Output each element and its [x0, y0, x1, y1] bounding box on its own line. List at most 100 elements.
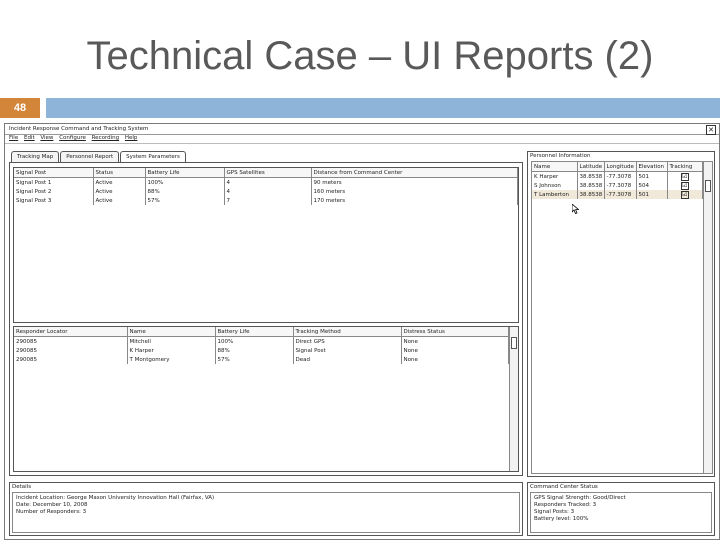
table-cell: Active [93, 187, 146, 196]
table-cell: 88% [215, 346, 294, 355]
table-cell: ☑ [667, 181, 703, 190]
menu-configure[interactable]: Configure [59, 135, 86, 141]
table-row[interactable]: 290085 K Harper 88% Signal Post None [14, 346, 509, 355]
tab-personnel-report[interactable]: Personnel Report [60, 151, 120, 162]
table-row[interactable]: Signal Post 3 Active 57% 7 170 meters [14, 196, 518, 205]
tab-system-parameters[interactable]: System Parameters [120, 151, 186, 162]
table-cell: 4 [224, 187, 312, 196]
table-row[interactable]: 290085 T Montgomery 57% Dead None [14, 355, 509, 364]
table-row[interactable]: T Lamberton 38.8538 -77.3078 501 ☑ [532, 190, 703, 199]
table-cell: Signal Post 1 [14, 177, 94, 187]
vertical-scrollbar[interactable] [703, 162, 712, 473]
table-cell: -77.3078 [604, 171, 637, 181]
scrollbar-thumb[interactable] [705, 180, 711, 192]
table-cell: Signal Post 3 [14, 196, 94, 205]
table-cell: 38.8538 [577, 190, 605, 199]
table-row[interactable]: 290085 Mitchell 100% Direct GPS None [14, 336, 509, 346]
column-header[interactable]: Longitude [604, 162, 637, 172]
system-parameters-panel: Signal Post Status Battery Life GPS Sate… [9, 162, 523, 476]
scrollbar-thumb[interactable] [511, 337, 517, 349]
table-cell: None [401, 346, 509, 355]
table-cell: Active [93, 196, 146, 205]
tab-strip: Tracking Map Personnel Report System Param… [11, 151, 187, 162]
responder-table: Responder Locator Name Battery Life Trac… [13, 326, 519, 472]
table-cell: T Montgomery [127, 355, 216, 364]
table-cell: K Harper [127, 346, 216, 355]
table-cell: ☑ [667, 171, 703, 181]
command-center-status-panel: Command Center Status GPS Signal Strengt… [527, 482, 715, 536]
menu-help[interactable]: Help [125, 135, 138, 141]
table-cell: 290085 [14, 346, 128, 355]
details-line: Date: December 10, 2008 [16, 502, 88, 508]
details-line: Number of Responders: 3 [16, 509, 87, 515]
table-cell: None [401, 355, 509, 364]
table-cell: 88% [145, 187, 225, 196]
signal-post-grid: Signal Post Status Battery Life GPS Sate… [14, 168, 518, 205]
menu-edit[interactable]: Edit [24, 135, 35, 141]
details-box: Incident Location: George Mason Universi… [12, 492, 520, 533]
table-cell: S Johnson [532, 181, 578, 190]
table-cell: 90 meters [311, 177, 518, 187]
status-line: Battery level: 100% [534, 516, 589, 522]
table-cell: Signal Post 2 [14, 187, 94, 196]
table-cell: 160 meters [311, 187, 518, 196]
table-row[interactable]: Signal Post 1 Active 100% 4 90 meters [14, 177, 518, 187]
column-header[interactable]: Name [127, 327, 216, 337]
column-header[interactable]: Tracking [667, 162, 703, 172]
table-cell: T Lamberton [532, 190, 578, 199]
table-cell: Direct GPS [293, 336, 402, 346]
responder-grid: Responder Locator Name Battery Life Trac… [14, 327, 509, 364]
column-header[interactable]: Name [532, 162, 578, 172]
column-header[interactable]: Battery Life [145, 168, 225, 178]
tracking-checkbox[interactable]: ☑ [680, 190, 689, 199]
table-row[interactable]: Signal Post 2 Active 88% 4 160 meters [14, 187, 518, 196]
menu-file[interactable]: File [9, 135, 18, 141]
menu-recording[interactable]: Recording [92, 135, 120, 141]
column-header[interactable]: Signal Post [14, 168, 94, 178]
vertical-scrollbar[interactable] [509, 327, 518, 471]
table-cell: 100% [145, 177, 225, 187]
column-header[interactable]: Distance from Command Center [311, 168, 518, 178]
status-line: GPS Signal Strength: Good/Direct [534, 495, 626, 501]
table-cell: -77.3078 [604, 181, 637, 190]
table-cell: 290085 [14, 336, 128, 346]
column-header[interactable]: Responder Locator [14, 327, 128, 337]
tracking-checkbox[interactable]: ☑ [680, 181, 689, 190]
table-cell: 504 [636, 181, 668, 190]
slide-number: 48 [0, 98, 40, 118]
table-cell: Mitchell [127, 336, 216, 346]
column-header[interactable]: Tracking Method [293, 327, 402, 337]
table-cell: 501 [636, 171, 668, 181]
table-cell: -77.3078 [604, 190, 637, 199]
window-title: Incident Response Command and Tracking S… [9, 126, 149, 132]
column-header[interactable]: Elevation [636, 162, 668, 172]
table-row[interactable]: S Johnson 38.8538 -77.3078 504 ☑ [532, 181, 703, 190]
menu-view[interactable]: View [40, 135, 53, 141]
tracking-checkbox[interactable]: ☑ [680, 172, 689, 181]
slide-title: Technical Case – UI Reports (2) [86, 34, 654, 78]
panel-title: Personnel Information [530, 153, 591, 159]
table-cell: 57% [145, 196, 225, 205]
table-cell: 38.8538 [577, 171, 605, 181]
table-cell: 290085 [14, 355, 128, 364]
menu-bar: File Edit View Configure Recording Help [5, 134, 719, 144]
signal-post-table: Signal Post Status Battery Life GPS Sate… [13, 167, 519, 323]
table-cell: 100% [215, 336, 294, 346]
personnel-grid: Name Latitude Longitude Elevation Tracki… [532, 162, 703, 199]
column-header[interactable]: Latitude [577, 162, 605, 172]
table-row[interactable]: K Harper 38.8538 -77.3078 501 ☑ [532, 171, 703, 181]
tab-tracking-map[interactable]: Tracking Map [11, 151, 60, 162]
application-window: Incident Response Command and Tracking S… [4, 123, 720, 540]
details-line: Incident Location: George Mason Universi… [16, 495, 215, 501]
details-panel: Details Incident Location: George Mason … [9, 482, 523, 536]
table-cell: Signal Post [293, 346, 402, 355]
column-header[interactable]: Status [93, 168, 146, 178]
table-cell: 501 [636, 190, 668, 199]
table-cell: None [401, 336, 509, 346]
panel-title: Details [12, 484, 32, 490]
table-cell: 170 meters [311, 196, 518, 205]
column-header[interactable]: GPS Satellites [224, 168, 312, 178]
table-cell: 57% [215, 355, 294, 364]
column-header[interactable]: Battery Life [215, 327, 294, 337]
column-header[interactable]: Distress Status [401, 327, 509, 337]
